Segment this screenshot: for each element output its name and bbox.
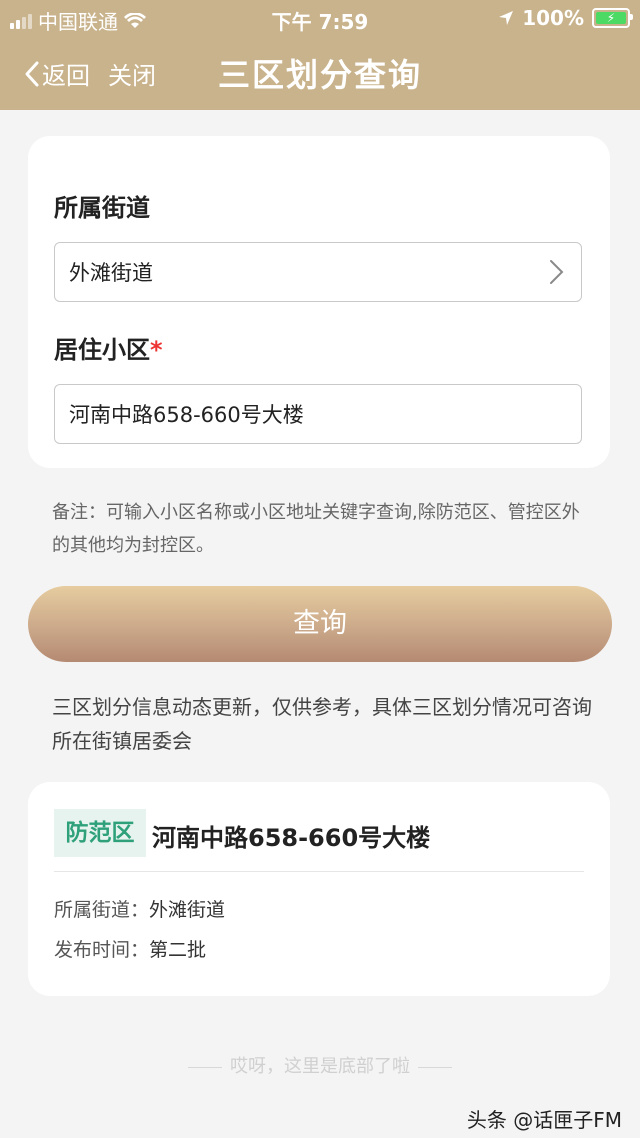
query-button[interactable]: 查询: [28, 586, 612, 662]
street-label: 所属街道: [54, 194, 150, 222]
page-title: 三区划分查询: [217, 56, 422, 94]
community-label: 居住小区*: [54, 330, 163, 365]
community-input[interactable]: 河南中路658-660号大楼: [54, 384, 582, 444]
footer-line-right: [418, 1066, 452, 1068]
chevron-right-icon: [550, 260, 564, 284]
street-select-value: 外滩街道: [69, 261, 153, 285]
community-label-text: 居住小区: [54, 336, 150, 364]
zone-badge: 防范区: [54, 809, 146, 857]
query-form-card: 所属街道 外滩街道 居住小区* 河南中路658-660号大楼: [28, 136, 610, 468]
battery-charging-icon: ⚡: [592, 8, 633, 28]
battery-percent: 100%: [522, 6, 584, 30]
result-release-row: 发布时间：第二批: [54, 935, 206, 962]
result-street-label: 所属街道：: [54, 899, 150, 921]
divider: [54, 871, 584, 872]
result-card[interactable]: 防范区 河南中路658-660号大楼 所属街道：外滩街道 发布时间：第二批: [28, 782, 610, 996]
result-release-value: 第二批: [149, 939, 207, 961]
result-street-row: 所属街道：外滩街道: [54, 895, 225, 922]
info-text: 三区划分信息动态更新，仅供参考，具体三区划分情况可咨询所在街镇居委会: [52, 695, 592, 753]
bottom-footer: 哎呀，这里是底部了啦: [0, 1052, 640, 1078]
footer-text: 哎呀，这里是底部了啦: [230, 1056, 410, 1077]
result-release-label: 发布时间：: [54, 939, 150, 961]
footer-line-left: [188, 1066, 222, 1068]
required-mark: *: [150, 336, 163, 364]
note-text: 备注：可输入小区名称或小区地址关键字查询,除防范区、管控区外的其他均为封控区。: [52, 502, 580, 556]
navigation-bar: 返回 关闭 三区划分查询: [0, 40, 640, 104]
community-input-value: 河南中路658-660号大楼: [69, 403, 304, 427]
result-street-value: 外滩街道: [149, 899, 226, 921]
header-bar: 中国联通 下午 7:59 100% ⚡ 返回 关闭 三区划分查询: [0, 0, 640, 110]
street-select[interactable]: 外滩街道: [54, 242, 582, 302]
result-address: 河南中路658-660号大楼: [152, 824, 431, 852]
watermark: 头条 @话匣子FM: [466, 1108, 622, 1132]
status-bar: 中国联通 下午 7:59 100% ⚡: [0, 0, 640, 36]
location-arrow-icon: [499, 11, 514, 25]
